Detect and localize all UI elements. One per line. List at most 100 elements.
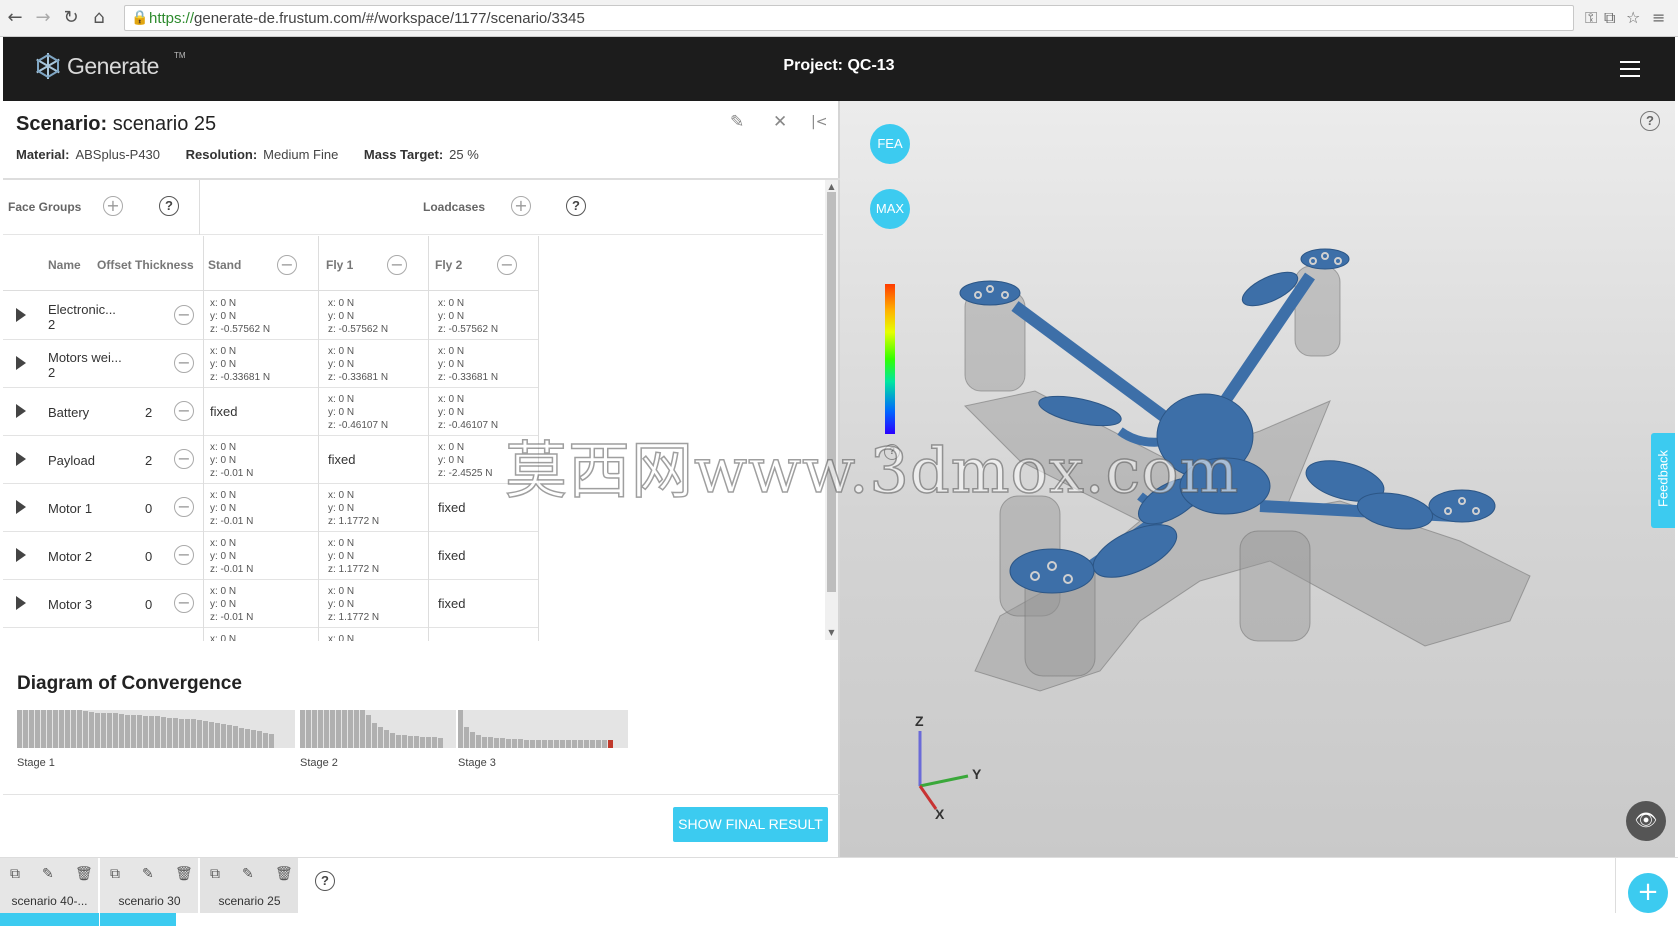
load-value-cell[interactable]: x: 0 Ny: 0 Nz: -0.46107 N [328,393,388,432]
table-row[interactable]: Motors wei... 2− x: 0 Ny: 0 Nz: -0.33681 N… [3,340,538,388]
show-final-result-button[interactable]: SHOW FINAL RESULT [673,807,828,842]
delete-scenario-icon[interactable]: 🗑 [75,866,93,882]
add-scenario-button[interactable]: + [1628,873,1668,913]
remove-face-group-icon[interactable]: − [174,353,194,373]
column-fly1: Fly 1 [326,258,354,272]
load-value-cell[interactable]: x: 0 Ny: 0 Nz: -0.33681 N [210,345,270,384]
table-row[interactable]: Electronic... 2− x: 0 Ny: 0 Nz: -0.57562 N… [3,292,538,340]
load-value-cell[interactable]: fixed [438,597,465,610]
load-value-cell[interactable]: x: 0 Ny: 0 Nz: -0.33681 N [438,345,498,384]
expand-row-icon[interactable] [16,548,26,562]
tabs-help-icon[interactable]: ? [315,871,335,891]
remove-face-group-icon[interactable]: − [174,401,194,421]
expand-row-icon[interactable] [16,308,26,322]
expand-row-icon[interactable] [16,500,26,514]
table-row[interactable]: 0 Motor 2 − x: 0 Ny: 0 Nz: -0.01 N x: 0 Ny: … [3,532,538,580]
duplicate-scenario-icon[interactable]: ⧉ [110,866,120,882]
rename-scenario-icon[interactable]: ✎ [42,866,54,882]
scenario-tab[interactable]: ⧉ ✎ 🗑 scenario 30 [100,858,199,913]
remove-face-group-icon[interactable]: − [174,497,194,517]
convergence-bar [420,737,425,748]
load-value-cell[interactable]: x: 0 Ny: 0 Nz: -0.57562 N [328,297,388,336]
expand-row-icon[interactable] [16,356,26,370]
expand-row-icon[interactable] [16,452,26,466]
table-row[interactable]: 2 Battery − fixed x: 0 Ny: 0 Nz: -0.46107 N x… [3,388,538,436]
convergence-bar [524,740,529,748]
table-row[interactable]: 2 Payload − x: 0 Ny: 0 Nz: -0.01 N fixed x: 0… [3,436,538,484]
load-value-cell[interactable]: x: 0 Ny: 0 Nz: 1.1772 N [328,537,379,576]
load-value-cell[interactable]: fixed [438,501,465,514]
visibility-icon[interactable]: 👁 [1626,801,1666,841]
load-value-cell[interactable]: x: 0 Ny: 0 Nz: -0.46107 N [438,393,498,432]
remove-loadcase-fly1-icon[interactable]: − [387,255,407,275]
expand-row-icon[interactable] [16,404,26,418]
browser-menu-icon[interactable]: ≡ [1652,8,1665,27]
convergence-bar [71,710,76,748]
delete-scenario-icon[interactable]: 🗑 [275,866,293,882]
remove-face-group-icon[interactable]: − [174,545,194,565]
load-value-cell[interactable]: x: 0 N [210,633,236,641]
scenario-tab[interactable]: ⧉ ✎ 🗑 scenario 25 [200,858,299,913]
table-row[interactable]: 0 Motor 1 − x: 0 Ny: 0 Nz: -0.01 N x: 0 Ny: … [3,484,538,532]
convergence-bar [179,719,184,748]
close-icon[interactable]: ✕ [773,112,787,132]
rename-scenario-icon[interactable]: ✎ [242,866,254,882]
reload-icon[interactable]: ↻ [60,7,82,29]
collapse-panel-icon[interactable]: |< [811,114,827,130]
feedback-tab[interactable]: Feedback [1651,433,1675,528]
load-value-cell[interactable]: fixed [438,549,465,562]
load-value-cell[interactable]: x: 0 Ny: 0 Nz: -0.01 N [210,537,253,576]
load-value-cell[interactable]: x: 0 Ny: 0 Nz: -0.01 N [210,585,253,624]
expand-row-icon[interactable] [16,596,26,610]
back-icon[interactable]: ← [4,7,26,29]
scroll-up-icon[interactable]: ▲ [825,182,838,191]
load-value-cell[interactable]: x: 0 Ny: 0 Nz: -0.33681 N [328,345,388,384]
remove-loadcase-stand-icon[interactable]: − [277,255,297,275]
home-icon[interactable]: ⌂ [88,7,110,29]
duplicate-scenario-icon[interactable]: ⧉ [210,866,220,882]
load-value-cell[interactable]: fixed [210,405,237,418]
convergence-bar [101,713,106,748]
main-menu-icon[interactable] [1620,61,1640,77]
load-value-cell[interactable]: fixed [328,453,355,466]
remove-face-group-icon[interactable]: − [174,593,194,613]
load-value-cell[interactable]: x: 0 N [328,633,354,641]
duplicate-scenario-icon[interactable]: ⧉ [10,866,20,882]
scroll-down-icon[interactable]: ▼ [825,628,838,637]
key-icon[interactable]: ⚿ [1585,8,1597,28]
remove-face-group-icon[interactable]: − [174,449,194,469]
convergence-bar [530,740,535,748]
convergence-bar [143,716,148,748]
load-value-cell[interactable]: x: 0 Ny: 0 Nz: 1.1772 N [328,585,379,624]
add-face-group-icon[interactable]: + [103,196,123,216]
load-value-cell[interactable]: x: 0 Ny: 0 Nz: -0.57562 N [210,297,270,336]
add-loadcase-icon[interactable]: + [511,196,531,216]
delete-scenario-icon[interactable]: 🗑 [175,866,193,882]
edit-icon[interactable]: ✎ [730,112,744,132]
remove-loadcase-fly2-icon[interactable]: − [497,255,517,275]
convergence-bar [342,710,347,748]
face-groups-help-icon[interactable]: ? [159,196,179,216]
face-group-name: Battery [48,405,90,420]
star-icon[interactable]: ☆ [1626,8,1640,27]
load-value-cell[interactable]: x: 0 Ny: 0 Nz: -0.57562 N [438,297,498,336]
rename-scenario-icon[interactable]: ✎ [142,866,154,882]
load-value-cell[interactable]: x: 0 Ny: 0 Nz: -2.4525 N [438,441,492,480]
convergence-bar [426,737,431,748]
address-bar[interactable]: 🔒 https://generate-de.frustum.com/#/work… [124,5,1574,31]
forward-icon[interactable]: → [32,7,54,29]
load-value-cell[interactable]: x: 0 Ny: 0 Nz: -0.01 N [210,489,253,528]
load-value-cell[interactable]: x: 0 Ny: 0 Nz: -0.01 N [210,441,253,480]
table-scrollbar[interactable]: ▲ ▼ [825,180,838,640]
table-row[interactable]: x: 0 N x: 0 N [3,628,538,641]
loadcases-help-icon[interactable]: ? [566,196,586,216]
convergence-bar [107,713,112,748]
remove-face-group-icon[interactable]: − [174,305,194,325]
convergence-bar [324,710,329,748]
table-row[interactable]: 0 Motor 3 − x: 0 Ny: 0 Nz: -0.01 N x: 0 Ny: … [3,580,538,628]
axis-z-label: Z [915,713,924,729]
scenario-tab[interactable]: ⧉ ✎ 🗑 scenario 40-... [0,858,99,913]
scroll-thumb[interactable] [827,192,836,592]
translate-icon[interactable]: ⧉ [1604,8,1615,28]
load-value-cell[interactable]: x: 0 Ny: 0 Nz: 1.1772 N [328,489,379,528]
